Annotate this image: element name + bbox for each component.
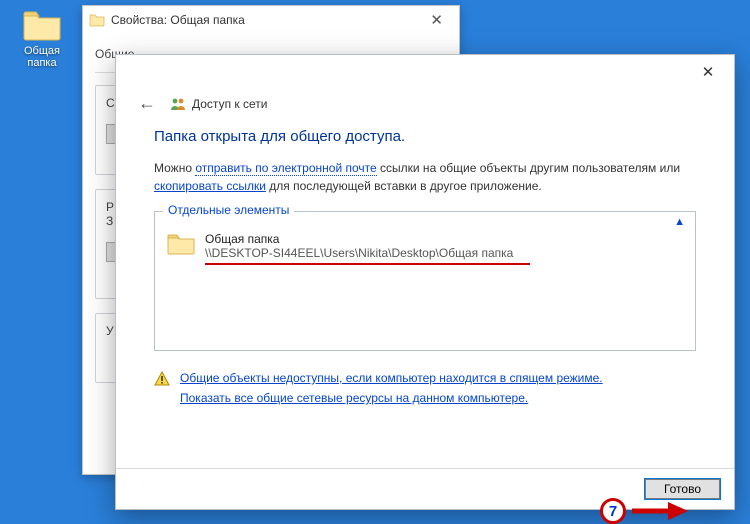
folder-icon (22, 8, 62, 42)
chevron-up-icon[interactable]: ▲ (674, 216, 685, 228)
section-text: С (106, 96, 115, 110)
network-access-dialog: ✕ ← Доступ к сети Папка открыта для обще… (115, 54, 735, 510)
annotation-underline (205, 263, 530, 265)
properties-titlebar[interactable]: Свойства: Общая папка ✕ (83, 6, 459, 34)
properties-title: Свойства: Общая папка (111, 13, 420, 27)
close-icon[interactable]: ✕ (686, 57, 730, 87)
email-link[interactable]: отправить по электронной почте (195, 161, 376, 176)
folder-icon (167, 232, 195, 256)
show-all-shares-link[interactable]: Показать все общие сетевые ресурсы на да… (180, 391, 603, 405)
warning-icon (154, 371, 170, 387)
section-text: Р (106, 200, 114, 214)
close-icon[interactable]: ✕ (420, 11, 453, 29)
dialog-titlebar[interactable]: ✕ (116, 55, 734, 89)
dialog-description: Можно отправить по электронной почте ссы… (154, 159, 696, 195)
annotation-step-circle: 7 (600, 498, 626, 524)
done-button[interactable]: Готово (645, 479, 720, 499)
desktop-folder[interactable]: Общая папка (12, 8, 72, 69)
back-arrow-icon[interactable]: ← (138, 93, 156, 114)
shared-item-name: Общая папка (205, 232, 530, 246)
annotation-arrow-icon (630, 500, 690, 522)
dialog-header-label: Доступ к сети (170, 96, 267, 112)
desktop-folder-label: Общая папка (12, 45, 72, 69)
shared-items-group: Отдельные элементы ▲ Общая папка \\DESKT… (154, 211, 696, 351)
dialog-heading: Папка открыта для общего доступа. (154, 128, 696, 145)
folder-icon (89, 12, 105, 28)
shared-item[interactable]: Общая папка \\DESKTOP-SI44EEL\Users\Niki… (167, 232, 683, 265)
people-icon (170, 96, 186, 112)
copy-links-link[interactable]: скопировать ссылки (154, 179, 266, 193)
section-text: У (106, 324, 114, 338)
group-legend: Отдельные элементы (163, 203, 294, 217)
sleep-warning-link[interactable]: Общие объекты недоступны, если компьютер… (180, 371, 603, 385)
shared-item-path: \\DESKTOP-SI44EEL\Users\Nikita\Desktop\О… (205, 246, 530, 260)
section-text: З (106, 214, 113, 228)
